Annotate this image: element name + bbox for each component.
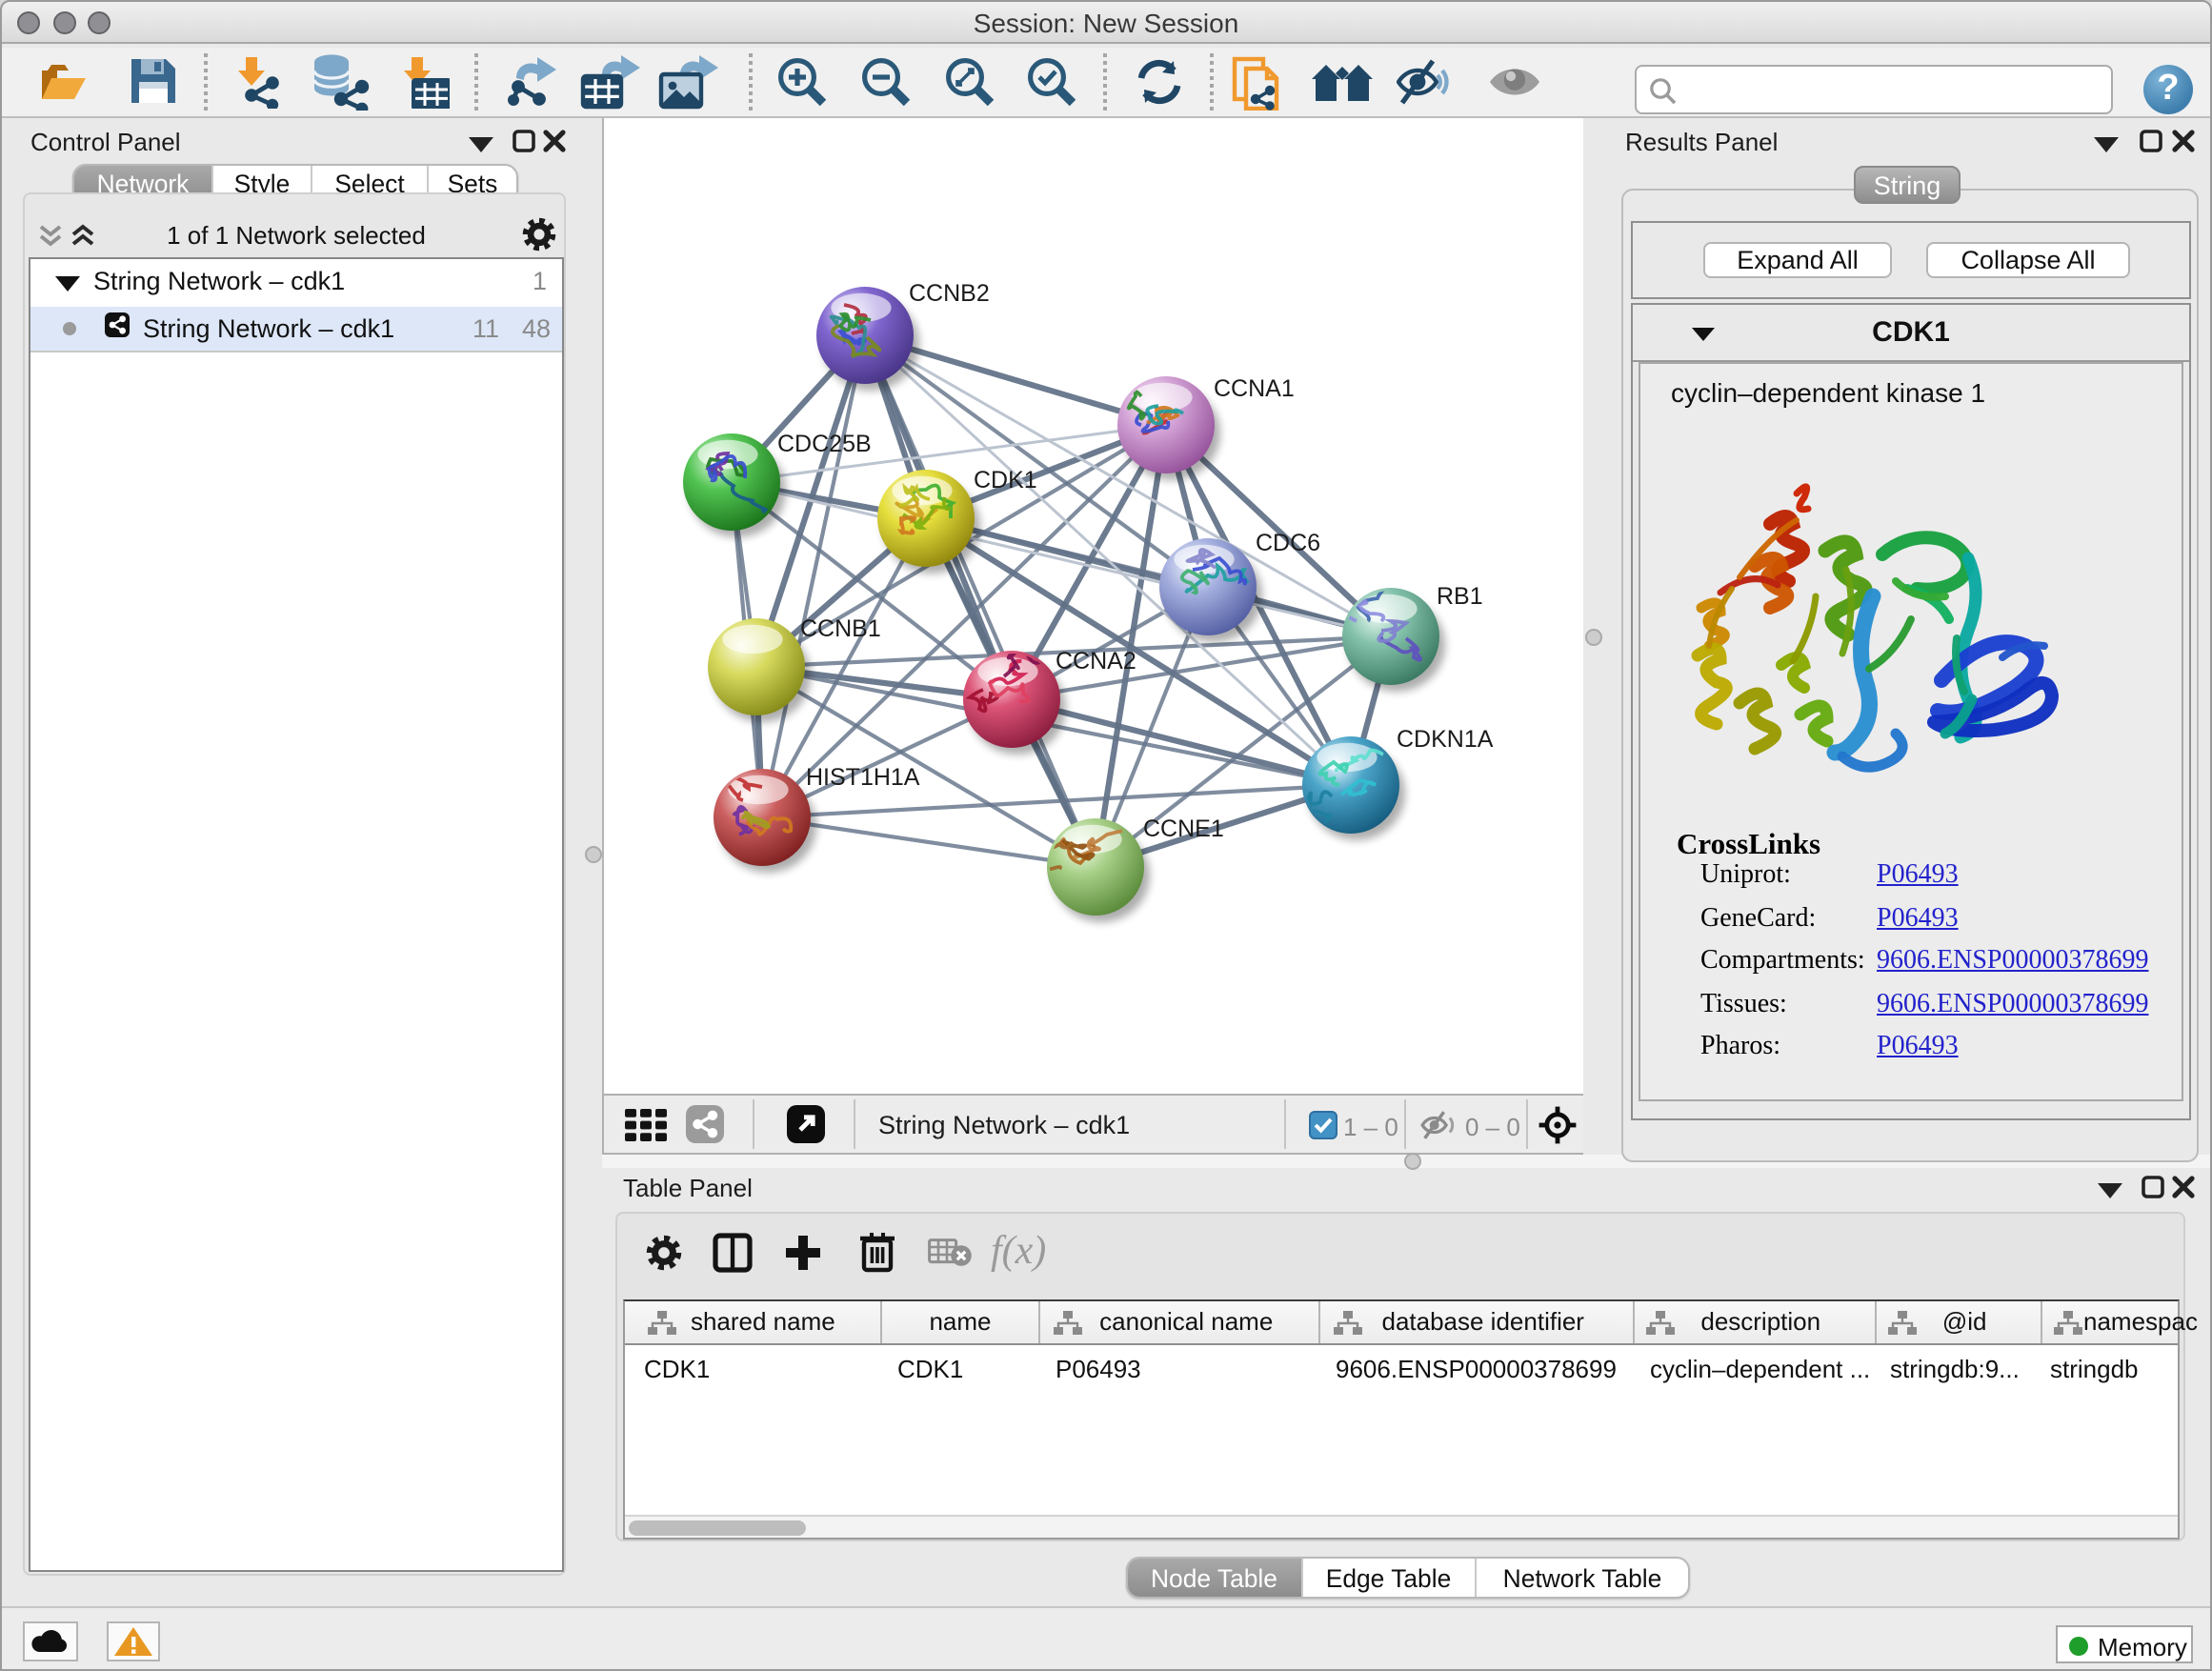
- svg-text:CDK1: CDK1: [974, 467, 1037, 493]
- svg-text:CCNE1: CCNE1: [1143, 815, 1224, 842]
- svg-text:CCNA1: CCNA1: [1214, 375, 1295, 402]
- svg-text:CDC25B: CDC25B: [777, 431, 872, 457]
- svg-text:CDC6: CDC6: [1256, 530, 1320, 556]
- svg-text:CCNA2: CCNA2: [1056, 648, 1136, 674]
- svg-text:CCNB2: CCNB2: [909, 280, 990, 307]
- svg-text:CCNB1: CCNB1: [800, 615, 881, 642]
- svg-text:CDKN1A: CDKN1A: [1397, 726, 1494, 753]
- svg-text:HIST1H1A: HIST1H1A: [806, 764, 920, 791]
- svg-text:RB1: RB1: [1437, 583, 1483, 610]
